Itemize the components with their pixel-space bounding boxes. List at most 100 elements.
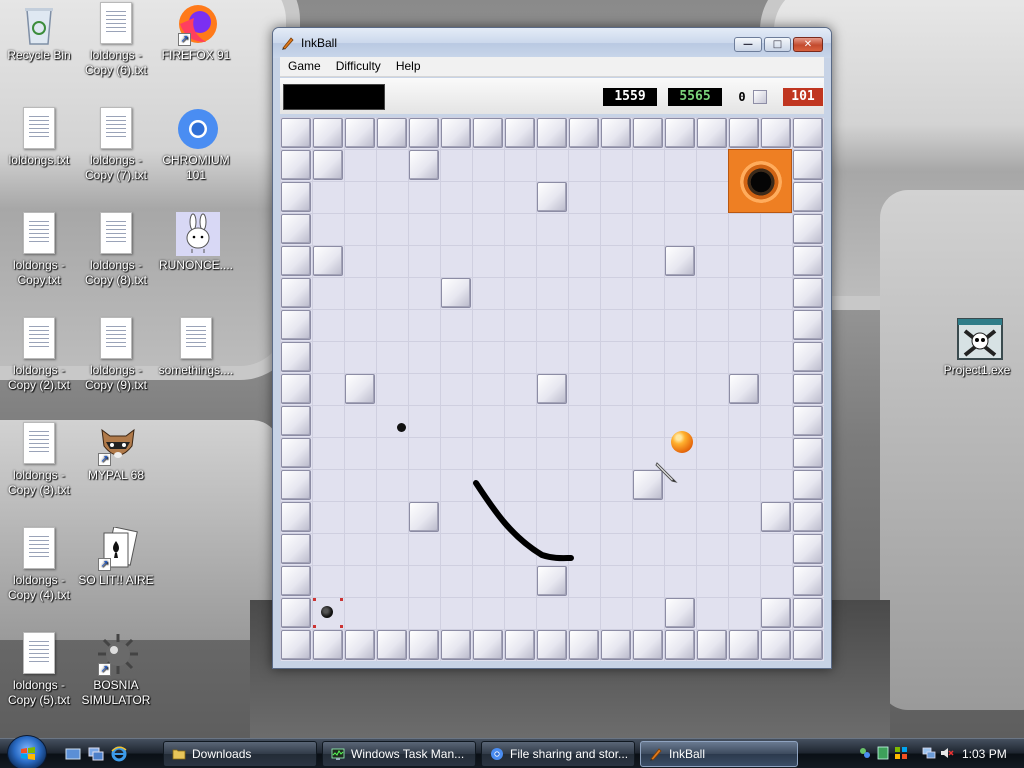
taskbar-button-label: InkBall bbox=[669, 747, 706, 761]
desktop-icon-raccoon-shortcut[interactable]: ↗ MYPAL 68 bbox=[77, 422, 155, 483]
desktop-icon-label: loldongs.txt bbox=[8, 153, 70, 167]
desktop-icon-label: MYPAL 68 bbox=[87, 468, 145, 482]
tray-app-icon-3[interactable] bbox=[894, 746, 908, 760]
inkball-window[interactable]: InkBall — □ ✕ Game Difficulty Help 1559 55… bbox=[272, 27, 832, 669]
inkball-pen-icon bbox=[282, 37, 294, 50]
taskbar-button-downloads[interactable]: Downloads bbox=[163, 741, 317, 767]
desktop-icon-label: loldongs - Copy (8).txt bbox=[84, 258, 147, 287]
menu-help[interactable]: Help bbox=[388, 57, 428, 77]
desktop-icon-text-file[interactable]: loldongs - Copy (5).txt bbox=[0, 632, 78, 708]
desktop-icon-text-file[interactable]: loldongs - Copy (2).txt bbox=[0, 317, 78, 393]
network-icon[interactable] bbox=[922, 746, 936, 760]
desktop-icon-text-file[interactable]: loldongs - Copy (9).txt bbox=[77, 317, 155, 393]
taskbar-button-chromium[interactable]: File sharing and stor... bbox=[481, 741, 635, 767]
title-bar[interactable]: InkBall — □ ✕ bbox=[273, 28, 831, 58]
desktop-icon-label: loldongs - Copy (9).txt bbox=[84, 363, 147, 392]
task-manager-icon bbox=[331, 748, 345, 760]
taskbar-button-task-manager[interactable]: Windows Task Man... bbox=[322, 741, 476, 767]
desktop-icon-text-file[interactable]: loldongs - Copy (7).txt bbox=[77, 107, 155, 183]
taskbar-button-label: File sharing and stor... bbox=[510, 747, 629, 761]
close-icon: ✕ bbox=[803, 39, 813, 50]
wallpaper-seat-right bbox=[880, 190, 1024, 710]
maximize-icon: □ bbox=[772, 39, 783, 50]
mine-icon: ↗ bbox=[96, 632, 138, 676]
switch-windows-icon[interactable] bbox=[88, 746, 104, 762]
desktop-icon-label: CHROMIUM 101 bbox=[162, 153, 230, 182]
clock[interactable]: 1:03 PM bbox=[962, 747, 1007, 761]
taskbar-button-inkball[interactable]: InkBall bbox=[640, 741, 798, 767]
close-button[interactable]: ✕ bbox=[793, 37, 823, 52]
internet-explorer-icon[interactable] bbox=[111, 746, 127, 762]
text-file-icon bbox=[96, 2, 136, 46]
desktop-icon-label: loldongs - Copy (7).txt bbox=[84, 153, 147, 182]
score-bar: 1559 5565 0 101 bbox=[280, 78, 824, 114]
desktop-icon-firefox-shortcut[interactable]: ↗ FIREFOX 91 bbox=[157, 2, 235, 63]
solitaire-icon: ↗ bbox=[96, 526, 138, 571]
text-file-icon bbox=[19, 632, 59, 676]
volume-muted-icon[interactable] bbox=[940, 746, 954, 760]
desktop-icon-label: SO LIT!! AIRE bbox=[78, 573, 154, 587]
windows-logo-icon bbox=[21, 747, 35, 760]
desktop-icon-label: Project1.exe bbox=[943, 363, 1011, 377]
show-desktop-icon[interactable] bbox=[65, 746, 81, 762]
tray-app-icon-2[interactable] bbox=[876, 746, 890, 760]
desktop-icon-text-file[interactable]: loldongs - Copy (8).txt bbox=[77, 212, 155, 288]
desktop-icon-text-file[interactable]: loldongs - Copy (6).txt bbox=[77, 2, 155, 78]
tray-app-icon-1[interactable] bbox=[858, 746, 872, 760]
text-file-icon bbox=[19, 317, 59, 361]
ink-stroke[interactable] bbox=[280, 117, 824, 661]
bunny-icon bbox=[176, 212, 220, 256]
desktop-icon-label: RUNONCE.... bbox=[158, 258, 233, 272]
desktop-icon-mine-shortcut[interactable]: ↗ BOSNIA SIMULATOR bbox=[77, 632, 155, 708]
skull-crossbones-icon bbox=[957, 317, 1003, 361]
menu-difficulty[interactable]: Difficulty bbox=[328, 57, 388, 77]
text-file-icon bbox=[19, 107, 59, 151]
text-file-icon bbox=[19, 527, 59, 571]
text-file-icon bbox=[19, 422, 59, 466]
system-tray: 1:03 PM bbox=[852, 739, 1024, 768]
pen-cursor-icon bbox=[655, 462, 678, 483]
desktop-icon-recycle-bin[interactable]: Recycle Bin bbox=[0, 2, 78, 63]
maximize-button[interactable]: □ bbox=[764, 37, 791, 52]
desktop-icon-text-file[interactable]: somethings.... bbox=[157, 317, 235, 378]
desktop-icon-text-file[interactable]: loldongs - Copy (3).txt bbox=[0, 422, 78, 498]
score-counter: 1559 bbox=[603, 88, 657, 106]
desktop-icon-text-file[interactable]: loldongs.txt bbox=[0, 107, 78, 168]
desktop-icon-label: loldongs - Copy (4).txt bbox=[7, 573, 70, 602]
desktop-icon-text-file[interactable]: loldongs - Copy.txt bbox=[0, 212, 78, 288]
desktop-icon-bunny-app[interactable]: RUNONCE.... bbox=[157, 212, 235, 273]
inkball-icon bbox=[650, 748, 662, 761]
desktop-icon-text-file[interactable]: loldongs - Copy (4).txt bbox=[0, 527, 78, 603]
desktop-icon-solitaire-shortcut[interactable]: ↗ SO LIT!! AIRE bbox=[77, 526, 155, 588]
chromium-icon bbox=[491, 748, 503, 760]
folder-icon bbox=[172, 749, 186, 760]
desktop-icon-label: FIREFOX 91 bbox=[161, 48, 231, 62]
game-board[interactable] bbox=[280, 117, 824, 661]
start-button[interactable] bbox=[7, 735, 47, 768]
desktop-icon-label: Recycle Bin bbox=[7, 48, 71, 62]
ball-queue-display bbox=[283, 84, 385, 110]
captured-square-icon bbox=[753, 90, 767, 104]
minimize-icon: — bbox=[743, 39, 753, 50]
taskbar-button-label: Downloads bbox=[192, 747, 252, 761]
desktop-icon-label: loldongs - Copy (6).txt bbox=[84, 48, 147, 77]
recycle-bin-icon bbox=[19, 2, 59, 46]
desktop-icon-skull-exe[interactable]: Project1.exe bbox=[938, 317, 1016, 378]
desktop-icon-label: loldongs - Copy (3).txt bbox=[7, 468, 70, 497]
desktop-icon-label: loldongs - Copy.txt bbox=[12, 258, 66, 287]
taskbar-button-label: Windows Task Man... bbox=[351, 747, 465, 761]
text-file-icon bbox=[96, 107, 136, 151]
desktop-icon-chromium-shortcut[interactable]: CHROMIUM 101 bbox=[157, 107, 235, 183]
text-file-icon bbox=[176, 317, 216, 361]
minimize-button[interactable]: — bbox=[734, 37, 762, 52]
time-counter: 101 bbox=[783, 88, 823, 106]
desktop-icon-label: somethings.... bbox=[158, 363, 234, 377]
captured-counter: 0 bbox=[738, 90, 746, 104]
firefox-icon: ↗ bbox=[176, 2, 217, 46]
high-score-counter: 5565 bbox=[668, 88, 722, 106]
window-title: InkBall bbox=[301, 36, 338, 50]
menu-bar: Game Difficulty Help bbox=[280, 57, 824, 77]
text-file-icon bbox=[19, 212, 59, 256]
menu-game[interactable]: Game bbox=[280, 57, 328, 77]
text-file-icon bbox=[96, 317, 136, 361]
